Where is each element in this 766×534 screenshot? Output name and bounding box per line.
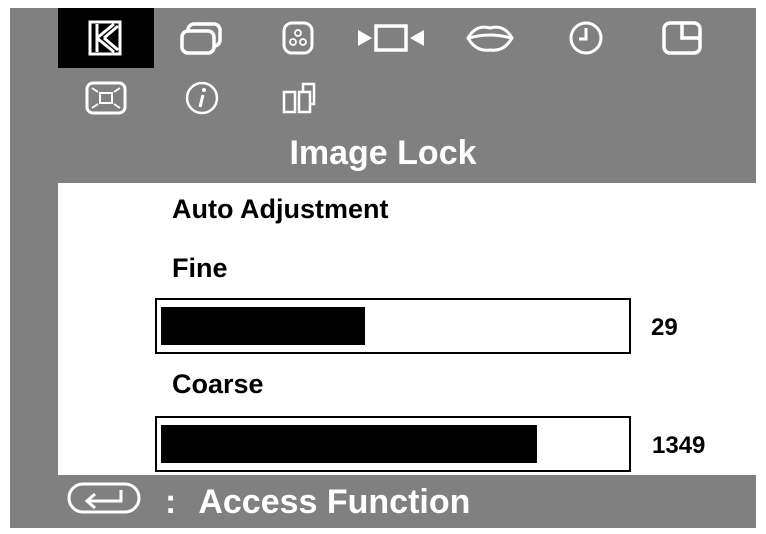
coarse-slider-fill — [161, 425, 537, 463]
footer-hint: : Access Function — [65, 478, 470, 526]
osd-window: Image Lock Auto Adjustment Fine 29 Coars… — [10, 8, 756, 528]
fine-value: 29 — [651, 314, 678, 341]
fine-label: Fine — [172, 253, 228, 283]
timer-icon[interactable] — [538, 8, 634, 68]
coarse-label: Coarse — [172, 369, 264, 399]
color-icon[interactable] — [250, 8, 346, 68]
coarse-slider[interactable] — [155, 416, 631, 472]
footer-text: Access Function — [198, 482, 471, 521]
sound-icon[interactable] — [442, 8, 538, 68]
settings-panel: Auto Adjustment Fine 29 Coarse 1349 — [58, 183, 756, 475]
fine-slider[interactable] — [155, 298, 631, 354]
zoom-icon[interactable] — [58, 68, 154, 128]
auto-adjustment-item[interactable]: Auto Adjustment — [172, 194, 388, 225]
position-icon[interactable] — [346, 8, 442, 68]
enter-icon — [65, 478, 145, 527]
coarse-value: 1349 — [652, 432, 706, 459]
menu-title: Image Lock — [289, 134, 477, 172]
information-icon[interactable] — [154, 68, 250, 128]
copy-icon[interactable] — [250, 68, 346, 128]
display-mode-icon[interactable] — [154, 8, 250, 68]
fine-slider-fill — [161, 307, 365, 345]
image-lock-icon[interactable] — [58, 8, 154, 68]
footer-colon: : — [165, 482, 177, 521]
window-icon[interactable] — [634, 8, 730, 68]
